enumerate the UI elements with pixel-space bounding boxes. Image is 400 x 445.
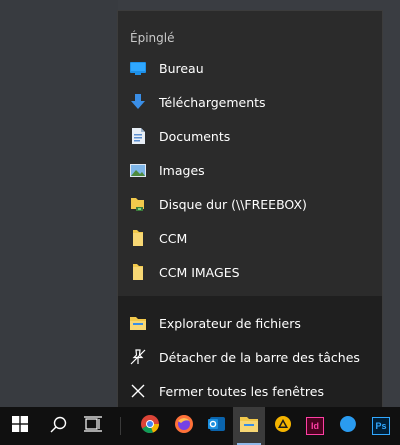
jump-list-menu: Épinglé Bureau Téléchargements Documents… — [117, 10, 383, 408]
firefox-icon — [175, 415, 193, 437]
pinned-item-ccm[interactable]: CCM — [118, 221, 382, 255]
task-unpin[interactable]: Détacher de la barre des tâches — [118, 340, 382, 374]
edge-icon — [339, 415, 357, 437]
pinned-item-label: CCM IMAGES — [159, 264, 240, 280]
pinned-item-label: Disque dur (\\FREEBOX) — [159, 196, 307, 212]
pinned-item-label: Téléchargements — [159, 94, 266, 110]
pictures-icon — [130, 162, 146, 178]
pinned-section-title: Épinglé — [130, 31, 175, 45]
pinned-item-images[interactable]: Images — [118, 153, 382, 187]
taskbar-chrome[interactable] — [133, 407, 167, 445]
pinned-item-bureau[interactable]: Bureau — [118, 51, 382, 85]
taskbar-divider — [120, 417, 121, 435]
taskbar-triangle-app[interactable] — [268, 407, 298, 445]
taskbar-file-explorer[interactable] — [233, 407, 265, 445]
pinned-item-label: Documents — [159, 128, 231, 144]
task-file-explorer[interactable]: Explorateur de fichiers — [118, 306, 382, 340]
unpin-icon — [130, 349, 146, 365]
outlook-icon — [208, 415, 226, 437]
desktop-background — [0, 0, 118, 407]
file-explorer-icon — [130, 315, 146, 331]
windows-start-icon — [12, 416, 28, 436]
pinned-item-ccm-images[interactable]: CCM IMAGES — [118, 255, 382, 289]
pinned-item-documents[interactable]: Documents — [118, 119, 382, 153]
taskbar-photoshop[interactable]: Ps — [366, 407, 396, 445]
task-close-all[interactable]: Fermer toutes les fenêtres — [118, 374, 382, 408]
search-button[interactable] — [40, 407, 76, 445]
photoshop-icon-text: Ps — [375, 421, 387, 431]
pinned-item-label: CCM — [159, 230, 188, 246]
documents-icon — [130, 128, 146, 144]
taskbar-firefox[interactable] — [167, 407, 201, 445]
taskbar-edge[interactable] — [332, 407, 364, 445]
taskbar-outlook[interactable] — [201, 407, 233, 445]
triangle-app-icon — [275, 416, 291, 436]
pinned-item-label: Images — [159, 162, 205, 178]
folder-icon — [130, 230, 146, 246]
network-drive-icon — [130, 196, 146, 212]
pinned-item-label: Bureau — [159, 60, 204, 76]
search-icon — [50, 416, 67, 437]
download-arrow-icon — [130, 94, 146, 110]
task-label: Détacher de la barre des tâches — [159, 349, 360, 365]
desktop-folder-icon — [130, 60, 146, 76]
folder-icon — [130, 264, 146, 280]
taskbar-indesign[interactable]: Id — [298, 407, 332, 445]
desktop-background-right — [383, 0, 400, 407]
task-label: Fermer toutes les fenêtres — [159, 383, 324, 399]
file-explorer-icon — [240, 416, 258, 436]
pinned-item-telechargements[interactable]: Téléchargements — [118, 85, 382, 119]
indesign-icon: Id — [306, 417, 324, 435]
chrome-icon — [141, 415, 160, 437]
pinned-list: Bureau Téléchargements Documents Images … — [118, 51, 382, 289]
start-button[interactable] — [0, 407, 40, 445]
photoshop-icon: Ps — [372, 417, 390, 435]
taskbar: Id Ps — [0, 407, 400, 445]
pinned-item-disque-dur[interactable]: Disque dur (\\FREEBOX) — [118, 187, 382, 221]
task-label: Explorateur de fichiers — [159, 315, 301, 331]
close-icon — [130, 383, 146, 399]
task-view-button[interactable] — [76, 407, 110, 445]
task-view-icon — [84, 416, 102, 436]
indesign-icon-text: Id — [311, 421, 319, 431]
tasks-section: Explorateur de fichiers Détacher de la b… — [118, 296, 382, 408]
